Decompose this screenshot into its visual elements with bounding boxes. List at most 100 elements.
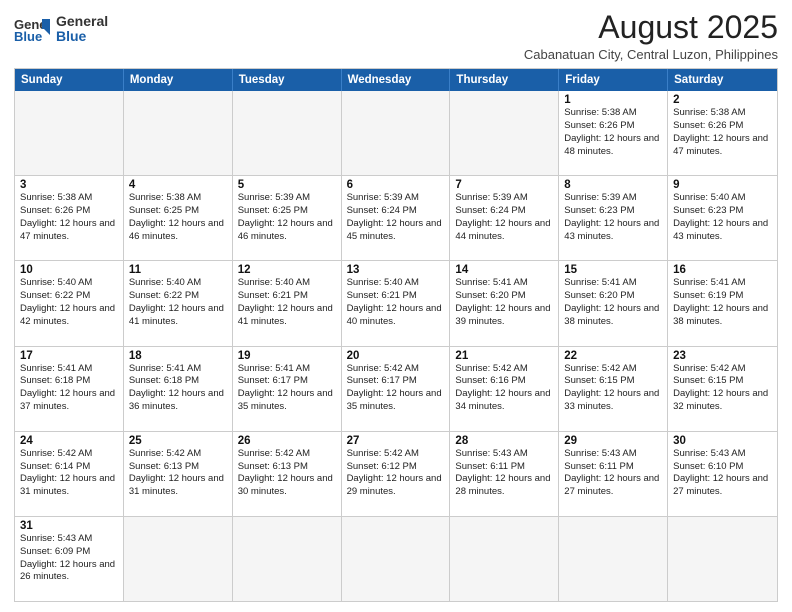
day-info: Sunrise: 5:39 AM Sunset: 6:24 PM Dayligh…	[347, 192, 445, 243]
day-info: Sunrise: 5:42 AM Sunset: 6:14 PM Dayligh…	[20, 448, 118, 499]
calendar-week-5: 24Sunrise: 5:42 AM Sunset: 6:14 PM Dayli…	[15, 431, 777, 516]
calendar-cell	[15, 91, 124, 175]
calendar-cell: 15Sunrise: 5:41 AM Sunset: 6:20 PM Dayli…	[559, 261, 668, 345]
day-info: Sunrise: 5:42 AM Sunset: 6:15 PM Dayligh…	[673, 363, 772, 414]
day-info: Sunrise: 5:43 AM Sunset: 6:11 PM Dayligh…	[455, 448, 553, 499]
calendar-cell	[342, 517, 451, 601]
day-info: Sunrise: 5:41 AM Sunset: 6:18 PM Dayligh…	[129, 363, 227, 414]
calendar-cell	[124, 517, 233, 601]
day-number: 6	[347, 179, 445, 191]
title-block: August 2025 Cabanatuan City, Central Luz…	[524, 10, 778, 62]
calendar-cell	[233, 91, 342, 175]
calendar-cell: 1Sunrise: 5:38 AM Sunset: 6:26 PM Daylig…	[559, 91, 668, 175]
calendar-cell: 13Sunrise: 5:40 AM Sunset: 6:21 PM Dayli…	[342, 261, 451, 345]
month-year-title: August 2025	[524, 10, 778, 45]
calendar-week-2: 3Sunrise: 5:38 AM Sunset: 6:26 PM Daylig…	[15, 175, 777, 260]
calendar-week-1: 1Sunrise: 5:38 AM Sunset: 6:26 PM Daylig…	[15, 91, 777, 175]
header-day-monday: Monday	[124, 69, 233, 91]
day-number: 29	[564, 435, 662, 447]
calendar-week-4: 17Sunrise: 5:41 AM Sunset: 6:18 PM Dayli…	[15, 346, 777, 431]
day-number: 11	[129, 264, 227, 276]
calendar-cell: 3Sunrise: 5:38 AM Sunset: 6:26 PM Daylig…	[15, 176, 124, 260]
calendar-cell: 26Sunrise: 5:42 AM Sunset: 6:13 PM Dayli…	[233, 432, 342, 516]
day-info: Sunrise: 5:43 AM Sunset: 6:10 PM Dayligh…	[673, 448, 772, 499]
day-number: 30	[673, 435, 772, 447]
page-header: General Blue General Blue August 2025 Ca…	[14, 10, 778, 62]
logo-blue-text: Blue	[56, 29, 108, 44]
day-number: 1	[564, 94, 662, 106]
header-day-sunday: Sunday	[15, 69, 124, 91]
calendar-cell: 28Sunrise: 5:43 AM Sunset: 6:11 PM Dayli…	[450, 432, 559, 516]
day-info: Sunrise: 5:43 AM Sunset: 6:11 PM Dayligh…	[564, 448, 662, 499]
calendar-cell: 30Sunrise: 5:43 AM Sunset: 6:10 PM Dayli…	[668, 432, 777, 516]
day-info: Sunrise: 5:42 AM Sunset: 6:15 PM Dayligh…	[564, 363, 662, 414]
day-number: 4	[129, 179, 227, 191]
day-number: 9	[673, 179, 772, 191]
day-info: Sunrise: 5:40 AM Sunset: 6:23 PM Dayligh…	[673, 192, 772, 243]
day-info: Sunrise: 5:38 AM Sunset: 6:26 PM Dayligh…	[564, 107, 662, 158]
logo-icon: General Blue	[14, 15, 50, 43]
day-info: Sunrise: 5:41 AM Sunset: 6:19 PM Dayligh…	[673, 277, 772, 328]
calendar-cell	[668, 517, 777, 601]
day-number: 12	[238, 264, 336, 276]
calendar-cell	[342, 91, 451, 175]
calendar-cell	[450, 517, 559, 601]
day-number: 7	[455, 179, 553, 191]
day-info: Sunrise: 5:41 AM Sunset: 6:20 PM Dayligh…	[564, 277, 662, 328]
calendar-cell: 29Sunrise: 5:43 AM Sunset: 6:11 PM Dayli…	[559, 432, 668, 516]
day-info: Sunrise: 5:40 AM Sunset: 6:22 PM Dayligh…	[20, 277, 118, 328]
day-number: 17	[20, 350, 118, 362]
calendar-cell: 18Sunrise: 5:41 AM Sunset: 6:18 PM Dayli…	[124, 347, 233, 431]
calendar-cell: 5Sunrise: 5:39 AM Sunset: 6:25 PM Daylig…	[233, 176, 342, 260]
day-info: Sunrise: 5:40 AM Sunset: 6:21 PM Dayligh…	[238, 277, 336, 328]
calendar-cell	[559, 517, 668, 601]
day-number: 22	[564, 350, 662, 362]
logo-general-text: General	[56, 14, 108, 29]
calendar-cell: 2Sunrise: 5:38 AM Sunset: 6:26 PM Daylig…	[668, 91, 777, 175]
day-number: 14	[455, 264, 553, 276]
day-info: Sunrise: 5:39 AM Sunset: 6:23 PM Dayligh…	[564, 192, 662, 243]
calendar-cell: 9Sunrise: 5:40 AM Sunset: 6:23 PM Daylig…	[668, 176, 777, 260]
calendar-cell: 22Sunrise: 5:42 AM Sunset: 6:15 PM Dayli…	[559, 347, 668, 431]
day-number: 25	[129, 435, 227, 447]
calendar-grid: SundayMondayTuesdayWednesdayThursdayFrid…	[14, 68, 778, 602]
calendar-cell: 14Sunrise: 5:41 AM Sunset: 6:20 PM Dayli…	[450, 261, 559, 345]
day-info: Sunrise: 5:42 AM Sunset: 6:13 PM Dayligh…	[129, 448, 227, 499]
day-number: 27	[347, 435, 445, 447]
day-info: Sunrise: 5:41 AM Sunset: 6:18 PM Dayligh…	[20, 363, 118, 414]
header-day-saturday: Saturday	[668, 69, 777, 91]
header-day-tuesday: Tuesday	[233, 69, 342, 91]
day-number: 3	[20, 179, 118, 191]
calendar-cell: 24Sunrise: 5:42 AM Sunset: 6:14 PM Dayli…	[15, 432, 124, 516]
header-day-friday: Friday	[559, 69, 668, 91]
calendar-cell: 7Sunrise: 5:39 AM Sunset: 6:24 PM Daylig…	[450, 176, 559, 260]
header-day-wednesday: Wednesday	[342, 69, 451, 91]
day-number: 28	[455, 435, 553, 447]
day-number: 16	[673, 264, 772, 276]
calendar-cell: 16Sunrise: 5:41 AM Sunset: 6:19 PM Dayli…	[668, 261, 777, 345]
calendar-week-3: 10Sunrise: 5:40 AM Sunset: 6:22 PM Dayli…	[15, 260, 777, 345]
calendar-cell	[124, 91, 233, 175]
day-info: Sunrise: 5:39 AM Sunset: 6:25 PM Dayligh…	[238, 192, 336, 243]
calendar-cell	[450, 91, 559, 175]
calendar-cell: 17Sunrise: 5:41 AM Sunset: 6:18 PM Dayli…	[15, 347, 124, 431]
calendar-cell: 10Sunrise: 5:40 AM Sunset: 6:22 PM Dayli…	[15, 261, 124, 345]
day-info: Sunrise: 5:41 AM Sunset: 6:20 PM Dayligh…	[455, 277, 553, 328]
day-info: Sunrise: 5:40 AM Sunset: 6:21 PM Dayligh…	[347, 277, 445, 328]
day-info: Sunrise: 5:38 AM Sunset: 6:26 PM Dayligh…	[673, 107, 772, 158]
day-info: Sunrise: 5:38 AM Sunset: 6:25 PM Dayligh…	[129, 192, 227, 243]
day-number: 23	[673, 350, 772, 362]
calendar-cell: 8Sunrise: 5:39 AM Sunset: 6:23 PM Daylig…	[559, 176, 668, 260]
day-info: Sunrise: 5:40 AM Sunset: 6:22 PM Dayligh…	[129, 277, 227, 328]
logo: General Blue General Blue	[14, 14, 108, 45]
day-number: 31	[20, 520, 118, 532]
calendar-cell: 11Sunrise: 5:40 AM Sunset: 6:22 PM Dayli…	[124, 261, 233, 345]
calendar-cell	[233, 517, 342, 601]
calendar-header-row: SundayMondayTuesdayWednesdayThursdayFrid…	[15, 69, 777, 91]
svg-text:Blue: Blue	[14, 29, 42, 43]
day-info: Sunrise: 5:42 AM Sunset: 6:13 PM Dayligh…	[238, 448, 336, 499]
day-number: 8	[564, 179, 662, 191]
day-number: 19	[238, 350, 336, 362]
calendar-cell: 21Sunrise: 5:42 AM Sunset: 6:16 PM Dayli…	[450, 347, 559, 431]
calendar-cell: 31Sunrise: 5:43 AM Sunset: 6:09 PM Dayli…	[15, 517, 124, 601]
